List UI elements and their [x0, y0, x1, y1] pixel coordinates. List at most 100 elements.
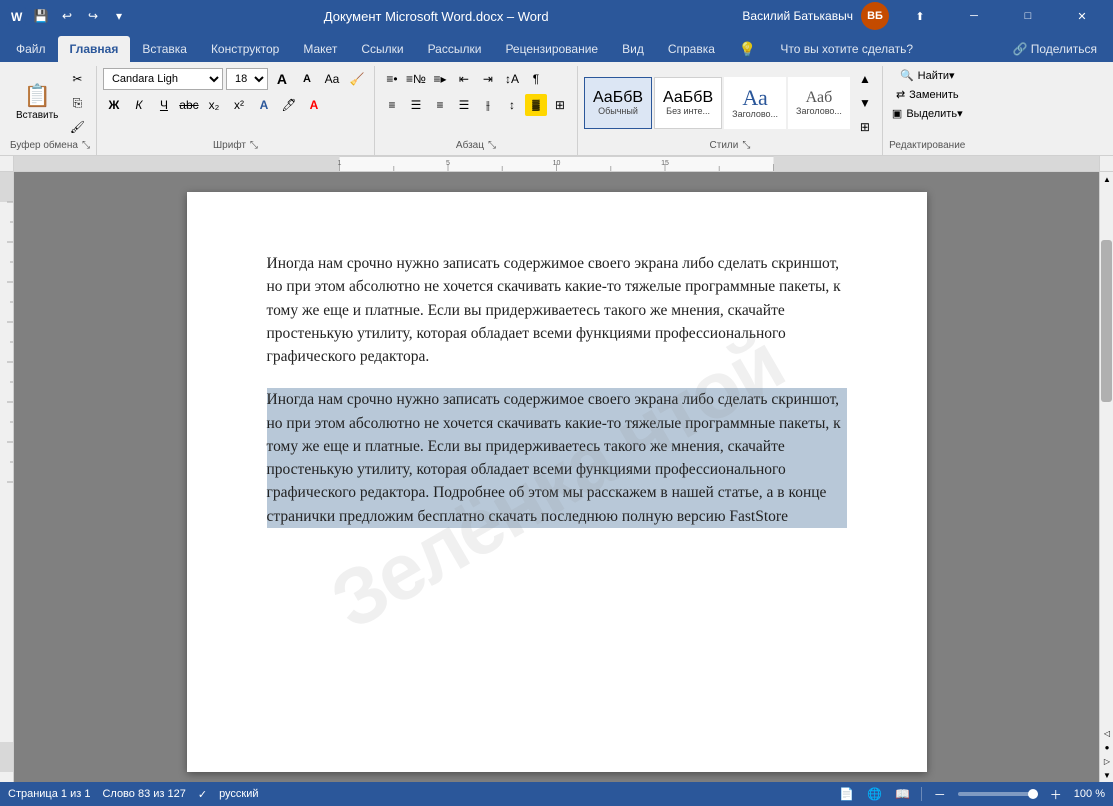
user-avatar[interactable]: ВБ: [861, 2, 889, 30]
justify-button[interactable]: ☰: [453, 94, 475, 116]
scroll-next-page[interactable]: ▷: [1100, 754, 1113, 768]
underline-button[interactable]: Ч: [153, 94, 175, 116]
styles-expand-icon[interactable]: ⤡: [742, 140, 750, 151]
document-scroll-area[interactable]: Зелёнка чтой Иногда нам срочно нужно зап…: [14, 172, 1099, 782]
web-layout-view-button[interactable]: 🌐: [865, 784, 885, 804]
replace-button[interactable]: ⇄ Заменить: [893, 87, 962, 102]
tab-references[interactable]: Ссылки: [349, 36, 415, 62]
clipboard-group-content: 📋 Вставить ✂ ⎘ 🖌: [10, 68, 90, 138]
line-spacing-button[interactable]: ↕: [501, 94, 523, 116]
align-center-button[interactable]: ☰: [405, 94, 427, 116]
document-page: Зелёнка чтой Иногда нам срочно нужно зап…: [187, 192, 927, 772]
copy-button[interactable]: ⎘: [66, 92, 88, 114]
numbering-button[interactable]: ≡№: [405, 68, 427, 90]
subscript-button[interactable]: x₂: [203, 94, 225, 116]
font-size-select[interactable]: 18: [226, 68, 268, 90]
svg-text:15: 15: [661, 160, 669, 167]
minimize-button[interactable]: ─: [951, 0, 997, 32]
clear-format-button[interactable]: 🧹: [346, 68, 368, 90]
tab-insert[interactable]: Вставка: [130, 36, 199, 62]
select-button[interactable]: ▣ Выделить ▾: [889, 106, 966, 121]
align-right-button[interactable]: ≡: [429, 94, 451, 116]
ribbon-collapse-button[interactable]: ⬆: [897, 0, 943, 32]
paragraph-expand-icon[interactable]: ⤡: [488, 140, 496, 151]
read-mode-view-button[interactable]: 📖: [893, 784, 913, 804]
tab-help[interactable]: Справка: [656, 36, 727, 62]
font-expand-icon[interactable]: ⤡: [250, 140, 258, 151]
borders-button[interactable]: ⊞: [549, 94, 571, 116]
text-highlight-button[interactable]: 🖊: [278, 94, 300, 116]
share-button[interactable]: 🔗 Поделиться: [1000, 36, 1109, 62]
customize-qat-button[interactable]: ▾: [108, 5, 130, 27]
tab-view[interactable]: Вид: [610, 36, 656, 62]
styles-label: Стили ⤡: [584, 138, 876, 153]
style-normal[interactable]: АаБбВ Обычный: [584, 77, 652, 129]
tab-mailings[interactable]: Рассылки: [416, 36, 494, 62]
clipboard-label: Буфер обмена ⤡: [10, 138, 90, 153]
style-heading2[interactable]: Ааб Заголово...: [788, 77, 850, 129]
zoom-level[interactable]: 100 %: [1074, 788, 1105, 800]
styles-more-button[interactable]: ⊞: [854, 116, 876, 138]
tab-search-cmd[interactable]: Что вы хотите сделать?: [768, 36, 925, 62]
strikethrough-button[interactable]: abc: [178, 94, 200, 116]
styles-scroll-up[interactable]: ▲: [854, 68, 876, 90]
styles-scroll-down[interactable]: ▼: [854, 92, 876, 114]
style-no-spacing[interactable]: АаБбВ Без инте...: [654, 77, 722, 129]
grow-font-button[interactable]: A: [271, 68, 293, 90]
paragraph-1: Иногда нам срочно нужно записать содержи…: [267, 252, 847, 368]
superscript-button[interactable]: x²: [228, 94, 250, 116]
style-heading1[interactable]: Аа Заголово...: [724, 77, 786, 129]
decrease-indent-button[interactable]: ⇤: [453, 68, 475, 90]
tab-file[interactable]: Файл: [4, 36, 58, 62]
shading-button[interactable]: ▓: [525, 94, 547, 116]
find-button[interactable]: 🔍 Найти ▾: [897, 68, 958, 83]
print-layout-view-button[interactable]: 📄: [837, 784, 857, 804]
tab-layout[interactable]: Макет: [291, 36, 349, 62]
clipboard-expand-icon[interactable]: ⤡: [82, 140, 90, 151]
save-qat-button[interactable]: 💾: [30, 5, 52, 27]
scroll-prev-page[interactable]: ◁: [1100, 726, 1113, 740]
scroll-thumb[interactable]: [1101, 240, 1112, 402]
scroll-down-button[interactable]: ▼: [1100, 768, 1113, 782]
zoom-out-button[interactable]: －: [930, 784, 950, 804]
select-chevron: ▾: [957, 107, 963, 120]
multilevel-button[interactable]: ≡▸: [429, 68, 451, 90]
paste-button[interactable]: 📋 Вставить: [10, 74, 64, 132]
sort-button[interactable]: ↕A: [501, 68, 523, 90]
scroll-track[interactable]: [1100, 186, 1113, 726]
bullets-button[interactable]: ≡•: [381, 68, 403, 90]
font-group-content: Candara Ligh 18 A A Aa 🧹 Ж К Ч abc x₂ x²…: [103, 68, 368, 138]
vertical-scrollbar[interactable]: ▲ ◁ ● ▷ ▼: [1099, 172, 1113, 782]
format-painter-button[interactable]: 🖌: [66, 116, 88, 138]
font-row1: Candara Ligh 18 A A Aa 🧹: [103, 68, 368, 90]
show-formatting-button[interactable]: ¶: [525, 68, 547, 90]
page-info[interactable]: Страница 1 из 1: [8, 788, 90, 800]
text-effects-button[interactable]: A: [253, 94, 275, 116]
align-left-button[interactable]: ≡: [381, 94, 403, 116]
tab-design[interactable]: Конструктор: [199, 36, 291, 62]
scroll-select-browse[interactable]: ●: [1100, 740, 1113, 754]
tab-lightbulb[interactable]: 💡: [727, 36, 768, 62]
tab-review[interactable]: Рецензирование: [493, 36, 610, 62]
undo-qat-button[interactable]: ↩: [56, 5, 78, 27]
cut-button[interactable]: ✂: [66, 68, 88, 90]
word-count[interactable]: Слово 83 из 127: [102, 788, 185, 800]
font-case-button[interactable]: Aa: [321, 68, 343, 90]
shrink-font-button[interactable]: A: [296, 68, 318, 90]
increase-indent-button[interactable]: ⇥: [477, 68, 499, 90]
redo-qat-button[interactable]: ↪: [82, 5, 104, 27]
language-label[interactable]: русский: [219, 788, 258, 800]
maximize-button[interactable]: □: [1005, 0, 1051, 32]
close-button[interactable]: ✕: [1059, 0, 1105, 32]
columns-button[interactable]: ⫲: [477, 94, 499, 116]
font-color-button[interactable]: A: [303, 94, 325, 116]
zoom-slider[interactable]: [958, 792, 1038, 796]
scroll-up-button[interactable]: ▲: [1100, 172, 1113, 186]
tab-home[interactable]: Главная: [58, 36, 131, 62]
bold-button[interactable]: Ж: [103, 94, 125, 116]
svg-text:W: W: [11, 10, 23, 24]
zoom-in-button[interactable]: ＋: [1046, 784, 1066, 804]
editing-group: 🔍 Найти ▾ ⇄ Заменить ▣ Выделить ▾ Редакт…: [883, 66, 972, 155]
font-family-select[interactable]: Candara Ligh: [103, 68, 223, 90]
italic-button[interactable]: К: [128, 94, 150, 116]
